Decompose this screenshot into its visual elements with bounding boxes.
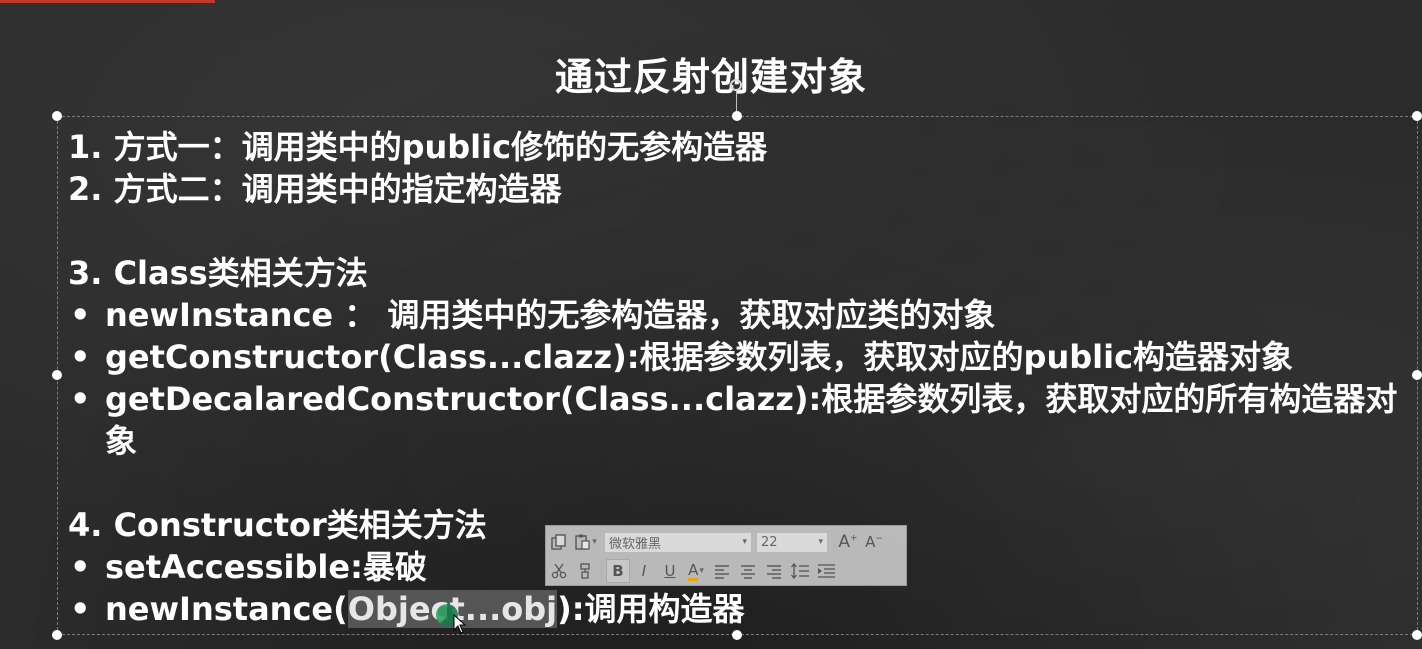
grow-font-icon: A+	[838, 532, 858, 552]
bullet-icon: •	[70, 548, 91, 586]
top-accent-bar	[0, 0, 215, 3]
list-item: • newInstance ： 调用类中的无参构造器，获取对应类的对象	[68, 294, 1398, 336]
list-indent-button[interactable]	[814, 559, 838, 583]
bold-button[interactable]: B	[606, 559, 630, 583]
list-item: • getConstructor(Class...clazz):根据参数列表，获…	[68, 336, 1398, 378]
grow-font-button[interactable]: A+	[836, 530, 860, 554]
italic-button[interactable]: I	[632, 559, 656, 583]
resize-handle-middle-left[interactable]	[52, 370, 62, 380]
toolbar-divider	[601, 561, 602, 581]
align-right-icon	[767, 565, 781, 579]
slide-title: 通过反射创建对象	[554, 55, 867, 99]
resize-handle-bottom-left[interactable]	[52, 630, 62, 640]
shrink-font-button[interactable]: A−	[862, 530, 886, 554]
font-size-select[interactable]: 22 ▾	[756, 531, 828, 553]
mini-format-toolbar: ▾ 微软雅黑 ▾ 22 ▾ A+ A− B I U A ▾	[545, 525, 907, 586]
section-3-heading: 3. Class类相关方法	[68, 254, 368, 292]
toolbar-row-top: ▾ 微软雅黑 ▾ 22 ▾ A+ A−	[546, 528, 887, 556]
chevron-down-icon: ▾	[742, 537, 747, 547]
bullet-text-prefix: newInstance(	[105, 590, 348, 628]
align-left-button[interactable]	[710, 559, 734, 583]
chevron-down-icon: ▾	[592, 537, 597, 547]
resize-handle-middle-right[interactable]	[1412, 370, 1422, 380]
bullet-icon: •	[70, 380, 91, 418]
paste-button[interactable]: ▾	[573, 530, 597, 554]
scissors-icon	[551, 563, 567, 579]
line-spacing-icon	[791, 562, 809, 580]
font-color-button[interactable]: A ▾	[684, 559, 708, 583]
bullet-icon: •	[70, 296, 91, 334]
format-painter-button[interactable]	[573, 559, 597, 583]
align-center-button[interactable]	[736, 559, 760, 583]
toolbar-row-bottom: B I U A ▾	[546, 557, 839, 585]
bullet-icon: •	[70, 590, 91, 628]
copy-format-button[interactable]	[547, 530, 571, 554]
align-left-icon	[715, 565, 729, 579]
bullet-text: newInstance ： 调用类中的无参构造器，获取对应类的对象	[105, 296, 996, 334]
bullet-text: setAccessible:暴破	[105, 548, 427, 586]
bullet-text: getDecalaredConstructor(Class...clazz):根…	[105, 380, 1398, 460]
method-two-line: 2. 方式二：调用类中的指定构造器	[68, 170, 562, 208]
bullet-text: getConstructor(Class...clazz):根据参数列表，获取对…	[105, 338, 1294, 376]
font-name-value: 微软雅黑	[609, 536, 662, 552]
resize-handle-top-center[interactable]	[732, 111, 742, 121]
clipboard-icon	[575, 534, 590, 550]
resize-handle-top-right[interactable]	[1412, 111, 1422, 121]
bullet-icon: •	[70, 338, 91, 376]
indent-icon	[818, 564, 835, 578]
bullet-text-suffix: ):调用构造器	[557, 590, 745, 628]
rotate-handle[interactable]	[730, 79, 742, 91]
copy-icon	[551, 534, 566, 550]
resize-handle-bottom-right[interactable]	[1412, 630, 1422, 640]
font-color-icon: A	[688, 560, 699, 581]
align-center-icon	[741, 565, 755, 579]
underline-button[interactable]: U	[658, 559, 682, 583]
font-size-value: 22	[761, 534, 778, 550]
mouse-cursor-icon	[453, 614, 467, 634]
resize-handle-bottom-center[interactable]	[732, 630, 742, 640]
chevron-down-icon: ▾	[818, 537, 823, 547]
align-right-button[interactable]	[762, 559, 786, 583]
line-spacing-button[interactable]	[788, 559, 812, 583]
format-painter-icon	[580, 563, 590, 579]
font-name-select[interactable]: 微软雅黑 ▾	[604, 531, 752, 553]
cut-button[interactable]	[547, 559, 571, 583]
chevron-down-icon: ▾	[699, 566, 704, 576]
shrink-font-icon: A−	[865, 533, 883, 551]
resize-handle-top-left[interactable]	[52, 111, 62, 121]
method-one-line: 1. 方式一：调用类中的public修饰的无参构造器	[68, 128, 768, 166]
list-item: • newInstance(Object...obj):调用构造器	[68, 588, 1398, 630]
list-item: • getDecalaredConstructor(Class...clazz)…	[68, 378, 1398, 462]
